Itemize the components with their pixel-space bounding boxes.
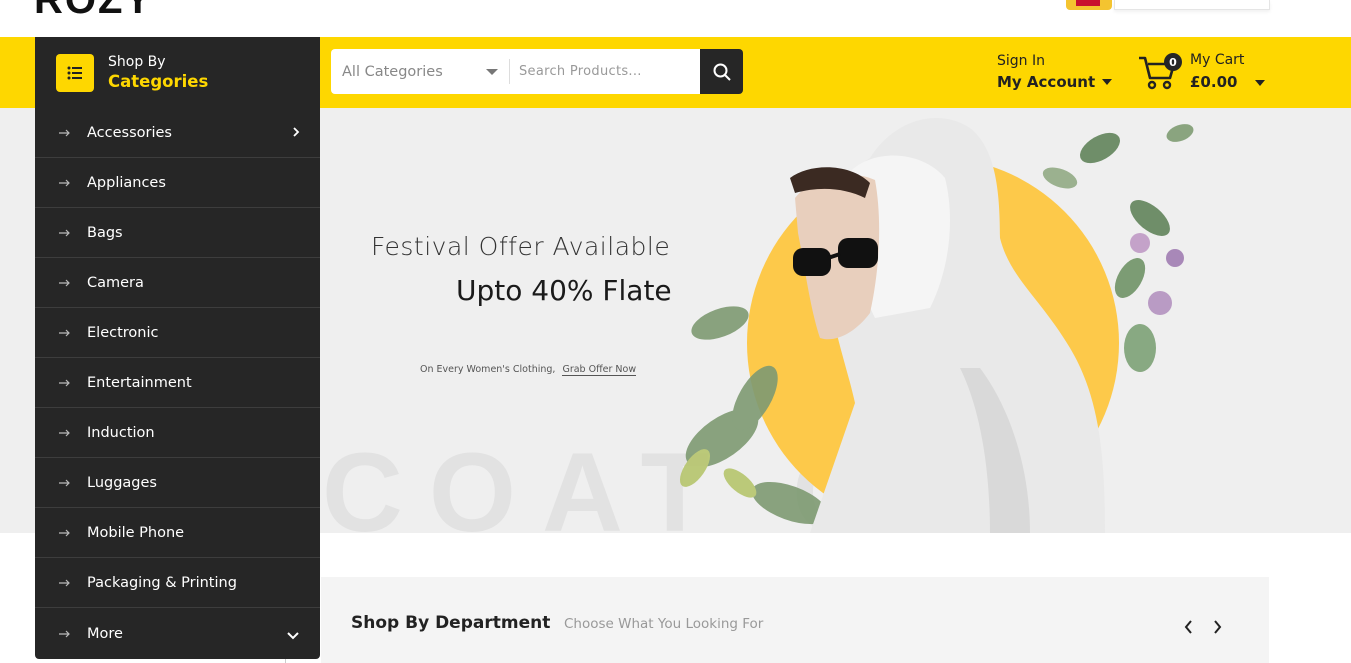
account-menu[interactable]: Sign In My Account bbox=[997, 52, 1113, 94]
search-button[interactable] bbox=[700, 49, 743, 94]
cart-amount: £0.00 bbox=[1190, 73, 1238, 91]
my-account-dropdown[interactable]: My Account bbox=[997, 70, 1113, 94]
category-label: Induction bbox=[87, 424, 155, 441]
category-label: Luggages bbox=[87, 474, 157, 491]
grab-offer-link[interactable]: Grab Offer Now bbox=[562, 364, 637, 376]
cart-count-badge: 0 bbox=[1164, 53, 1182, 71]
chevron-down-icon bbox=[286, 628, 300, 644]
cart-label: My Cart bbox=[1190, 52, 1245, 68]
category-item-packaging-printing[interactable]: Packaging & Printing bbox=[35, 558, 320, 608]
category-label: Entertainment bbox=[87, 374, 192, 391]
arrow-right-icon bbox=[59, 630, 73, 638]
arrow-right-icon bbox=[59, 379, 73, 387]
shop-by-department: Shop By Department Choose What You Looki… bbox=[321, 577, 1269, 663]
category-label: Electronic bbox=[87, 324, 159, 341]
categories-header[interactable]: Shop By Categories bbox=[35, 37, 320, 108]
category-item-bags[interactable]: Bags bbox=[35, 208, 320, 258]
arrow-right-icon bbox=[59, 429, 73, 437]
categories-heading-small: Shop By bbox=[108, 53, 166, 70]
my-account-label: My Account bbox=[997, 73, 1096, 91]
category-item-accessories[interactable]: Accessories bbox=[35, 108, 320, 158]
divider bbox=[509, 59, 510, 84]
category-item-entertainment[interactable]: Entertainment bbox=[35, 358, 320, 408]
sign-in-link[interactable]: Sign In bbox=[997, 52, 1112, 70]
flag-icon[interactable] bbox=[1066, 0, 1112, 10]
hero-subtext: On Every Women's Clothing, bbox=[420, 364, 556, 375]
category-label: Accessories bbox=[87, 124, 172, 141]
arrow-right-icon bbox=[59, 129, 73, 137]
arrow-right-icon bbox=[59, 179, 73, 187]
category-label: Bags bbox=[87, 224, 123, 241]
category-label: Mobile Phone bbox=[87, 524, 185, 541]
category-select[interactable]: All Categories bbox=[331, 49, 508, 94]
arrow-right-icon bbox=[59, 229, 73, 237]
categories-panel: Shop By Categories Accessories Appliance… bbox=[35, 37, 320, 659]
category-item-more[interactable]: More bbox=[35, 608, 320, 660]
department-subtitle: Choose What You Looking For bbox=[564, 616, 764, 632]
category-item-mobile-phone[interactable]: Mobile Phone bbox=[35, 508, 320, 558]
hero-subheadline: Upto 40% Flate bbox=[456, 274, 672, 307]
arrow-right-icon bbox=[59, 579, 73, 587]
categories-list: Accessories Appliances Bags Camera Elect… bbox=[35, 108, 320, 660]
search-bar: All Categories bbox=[331, 49, 743, 94]
category-select-value: All Categories bbox=[342, 63, 443, 80]
search-icon bbox=[713, 63, 731, 81]
list-icon bbox=[56, 53, 94, 92]
category-item-camera[interactable]: Camera bbox=[35, 258, 320, 308]
category-label: Camera bbox=[87, 274, 144, 291]
categories-heading: Categories bbox=[108, 71, 209, 91]
category-item-appliances[interactable]: Appliances bbox=[35, 158, 320, 208]
category-item-luggages[interactable]: Luggages bbox=[35, 458, 320, 508]
chevron-left-icon[interactable] bbox=[1183, 619, 1193, 639]
caret-down-icon bbox=[486, 69, 498, 75]
category-item-electronic[interactable]: Electronic bbox=[35, 308, 320, 358]
hero-subtext-row: On Every Women's Clothing, Grab Offer No… bbox=[420, 364, 637, 376]
chevron-right-icon[interactable] bbox=[1213, 619, 1223, 639]
arrow-right-icon bbox=[59, 529, 73, 537]
department-title: Shop By Department bbox=[351, 613, 551, 633]
chevron-right-icon bbox=[292, 126, 300, 142]
site-logo[interactable]: ROZY bbox=[34, 0, 153, 23]
cart-widget[interactable]: 0 My Cart £0.00 bbox=[1137, 50, 1267, 96]
category-label: Packaging & Printing bbox=[87, 574, 237, 591]
hero-model-image bbox=[679, 118, 1194, 533]
arrow-right-icon bbox=[59, 279, 73, 287]
language-selector[interactable] bbox=[1114, 0, 1270, 10]
arrow-right-icon bbox=[59, 479, 73, 487]
category-item-induction[interactable]: Induction bbox=[35, 408, 320, 458]
arrow-right-icon bbox=[59, 329, 73, 337]
top-bar: ROZY bbox=[0, 0, 1351, 37]
category-label: More bbox=[87, 626, 123, 642]
hero-headline: Festival Offer Available bbox=[371, 232, 671, 261]
caret-down-icon bbox=[1102, 79, 1113, 85]
caret-down-icon bbox=[1255, 80, 1265, 86]
category-label: Appliances bbox=[87, 174, 166, 191]
search-input[interactable] bbox=[508, 49, 700, 94]
